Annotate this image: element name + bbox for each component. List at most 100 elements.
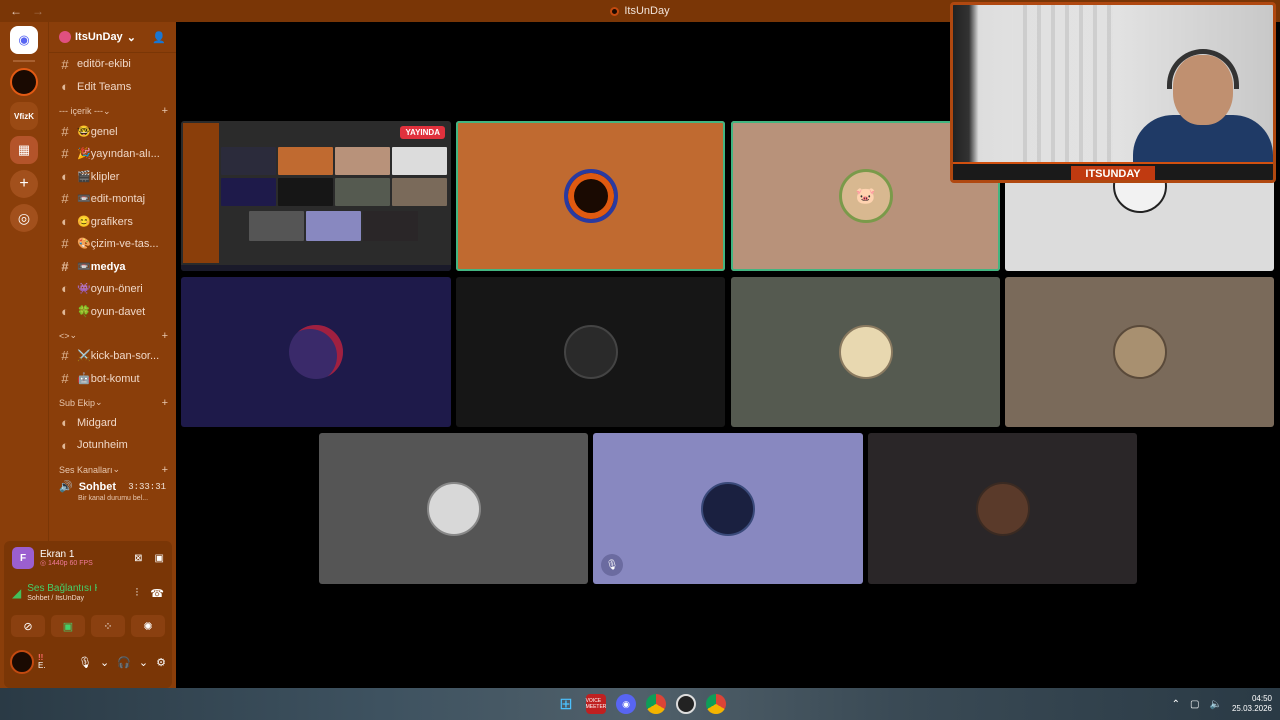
- category-ses-kanallari[interactable]: Ses Kanalları ⌄ +: [49, 461, 176, 479]
- user-info[interactable]: !! E.: [38, 654, 60, 670]
- participant-tile[interactable]: [731, 277, 1000, 427]
- screen-share-preview-tile: [278, 178, 333, 206]
- stream-settings-icon[interactable]: ▣: [155, 553, 164, 564]
- disconnect-icon[interactable]: ☎: [150, 587, 164, 600]
- hash-icon: #: [61, 236, 69, 252]
- category-misc[interactable]: <> ⌄ +: [49, 327, 176, 345]
- channel-label: 😊grafikers: [77, 215, 133, 228]
- channel-cizim-ve-tasarim[interactable]: # 🎨çizim-ve-tas...: [49, 233, 176, 256]
- channel-medya[interactable]: # 📼medya: [49, 255, 176, 278]
- server-logo-icon: [610, 6, 620, 16]
- participant-tile[interactable]: 🎙: [593, 433, 863, 584]
- chevron-up-icon[interactable]: ⌃: [1172, 699, 1180, 710]
- screen-share-preview-tile: [221, 147, 276, 175]
- forum-icon: ◐: [61, 213, 69, 229]
- windows-taskbar: ⊞ VOICE MEETER ◉ ⌃ ▢ 🔈 04:50 25.03.2026: [0, 688, 1280, 720]
- chrome-icon[interactable]: [706, 694, 726, 714]
- forum-icon: ◐: [61, 303, 69, 319]
- participant-tile[interactable]: [1005, 277, 1274, 427]
- camera-off-button[interactable]: ⊘: [11, 615, 45, 637]
- chevron-down-icon[interactable]: ⌄: [139, 656, 148, 669]
- channel-kick-ban-sorgu[interactable]: # ⚔️kick-ban-sor...: [49, 345, 176, 368]
- server-folder-icon[interactable]: ▦: [10, 136, 38, 164]
- clock[interactable]: 04:50 25.03.2026: [1232, 694, 1272, 713]
- add-channel-icon[interactable]: +: [162, 330, 168, 342]
- channel-edit-montaj[interactable]: # 📼edit-montaj: [49, 188, 176, 211]
- channel-editor-ekibi[interactable]: # editör-ekibi: [49, 53, 176, 76]
- channel-label: 👾oyun-öneri: [77, 283, 143, 296]
- windows-start-icon[interactable]: ⊞: [556, 694, 576, 714]
- participant-tile[interactable]: [181, 277, 451, 427]
- window-title-text: ItsUnDay: [624, 5, 670, 17]
- category-icerik[interactable]: --- içerik --- ⌄ +: [49, 102, 176, 120]
- server-vfizk-icon[interactable]: VfizK: [10, 102, 38, 130]
- headphones-icon[interactable]: 🎧: [117, 656, 131, 669]
- voice-channel-sohbet[interactable]: 🔊 Sohbet 3:33:31: [49, 479, 176, 495]
- discord-taskbar-icon[interactable]: ◉: [616, 694, 636, 714]
- hash-icon: #: [61, 146, 69, 162]
- channel-label: Edit Teams: [77, 80, 132, 93]
- channel-jotunheim[interactable]: ◐ Jotunheim: [49, 434, 176, 457]
- participant-tile[interactable]: [456, 277, 725, 427]
- chevron-down-icon: ⌄: [69, 330, 78, 340]
- screen-share-preview-tile: [335, 178, 390, 206]
- discord-home-icon[interactable]: ◉: [10, 26, 38, 54]
- channel-midgard[interactable]: ◐ Midgard: [49, 412, 176, 435]
- network-icon[interactable]: ▢: [1190, 699, 1199, 710]
- voice-channel-status[interactable]: Bir kanal durumu bel...: [49, 495, 176, 507]
- stop-stream-icon[interactable]: ⊠: [134, 553, 142, 564]
- screen-share-button[interactable]: ▣: [51, 615, 85, 637]
- chevron-down-icon[interactable]: ⌄: [100, 656, 109, 669]
- user-status: E.: [38, 661, 46, 670]
- screen-share-preview-tile: [278, 147, 333, 175]
- microphone-icon[interactable]: 🎙: [78, 656, 92, 669]
- channel-grafikers[interactable]: ◐ 😊grafikers: [49, 210, 176, 233]
- volume-icon[interactable]: 🔈: [1210, 699, 1222, 710]
- participant-tile[interactable]: [456, 121, 725, 271]
- invite-user-icon[interactable]: 👤: [152, 31, 166, 44]
- clock-time: 04:50: [1251, 694, 1272, 704]
- server-name: ItsUnDay: [75, 31, 123, 43]
- participant-avatar: [838, 325, 893, 379]
- chrome-icon[interactable]: [646, 694, 666, 714]
- soundboard-button[interactable]: ✺: [131, 615, 165, 637]
- add-server-icon[interactable]: +: [10, 170, 38, 198]
- channel-edit-teams[interactable]: ◐ Edit Teams: [49, 76, 176, 99]
- add-channel-icon[interactable]: +: [162, 105, 168, 117]
- participant-tile[interactable]: [868, 433, 1137, 584]
- channel-label: Jotunheim: [77, 439, 128, 452]
- voicemeeter-icon[interactable]: VOICE MEETER: [586, 694, 606, 714]
- channel-bot-komut[interactable]: # 🤖bot-komut: [49, 367, 176, 390]
- screen-share-tile[interactable]: YAYINDA: [181, 121, 451, 271]
- add-channel-icon[interactable]: +: [162, 397, 168, 409]
- taskbar-apps: ⊞ VOICE MEETER ◉: [556, 694, 726, 714]
- channel-label: 🍀oyun-davet: [77, 305, 146, 318]
- participant-avatar: [1112, 325, 1167, 379]
- noise-suppression-icon[interactable]: ⫶: [136, 587, 139, 600]
- server-itsunday-icon[interactable]: [10, 68, 38, 96]
- activities-button[interactable]: ⁘: [91, 615, 125, 637]
- add-channel-icon[interactable]: +: [162, 464, 168, 476]
- gear-icon[interactable]: ⚙: [156, 656, 166, 669]
- user-avatar[interactable]: [10, 650, 34, 674]
- screen-share-preview-tile: [392, 178, 447, 206]
- signal-icon[interactable]: ◢: [12, 586, 21, 600]
- server-header[interactable]: ItsUnDay ⌄ 👤: [49, 22, 176, 53]
- participant-avatar: 🐷: [838, 169, 893, 223]
- forward-arrow-icon[interactable]: →: [32, 4, 44, 18]
- speaker-icon: 🔊: [59, 481, 73, 493]
- participant-tile[interactable]: [319, 433, 588, 584]
- hash-icon: #: [61, 191, 69, 207]
- chevron-down-icon: ⌄: [95, 397, 103, 407]
- channel-yayindan-alintilar[interactable]: # 🎉yayından-alı...: [49, 143, 176, 166]
- category-sub-ekip[interactable]: Sub Ekip ⌄ +: [49, 394, 176, 412]
- channel-genel[interactable]: # 🤓genel: [49, 120, 176, 143]
- channel-klipler[interactable]: ◐ 🎬klipler: [49, 165, 176, 188]
- discover-compass-icon[interactable]: ◎: [10, 204, 38, 232]
- channel-oyun-davet[interactable]: ◐ 🍀oyun-davet: [49, 300, 176, 323]
- back-arrow-icon[interactable]: ←: [10, 4, 22, 18]
- connection-title: Ses Bağlantısı Kuruldu: [27, 583, 97, 595]
- connection-actions: ⫶ ☎: [136, 587, 164, 600]
- channel-oyun-oneri[interactable]: ◐ 👾oyun-öneri: [49, 278, 176, 301]
- obs-icon[interactable]: [676, 694, 696, 714]
